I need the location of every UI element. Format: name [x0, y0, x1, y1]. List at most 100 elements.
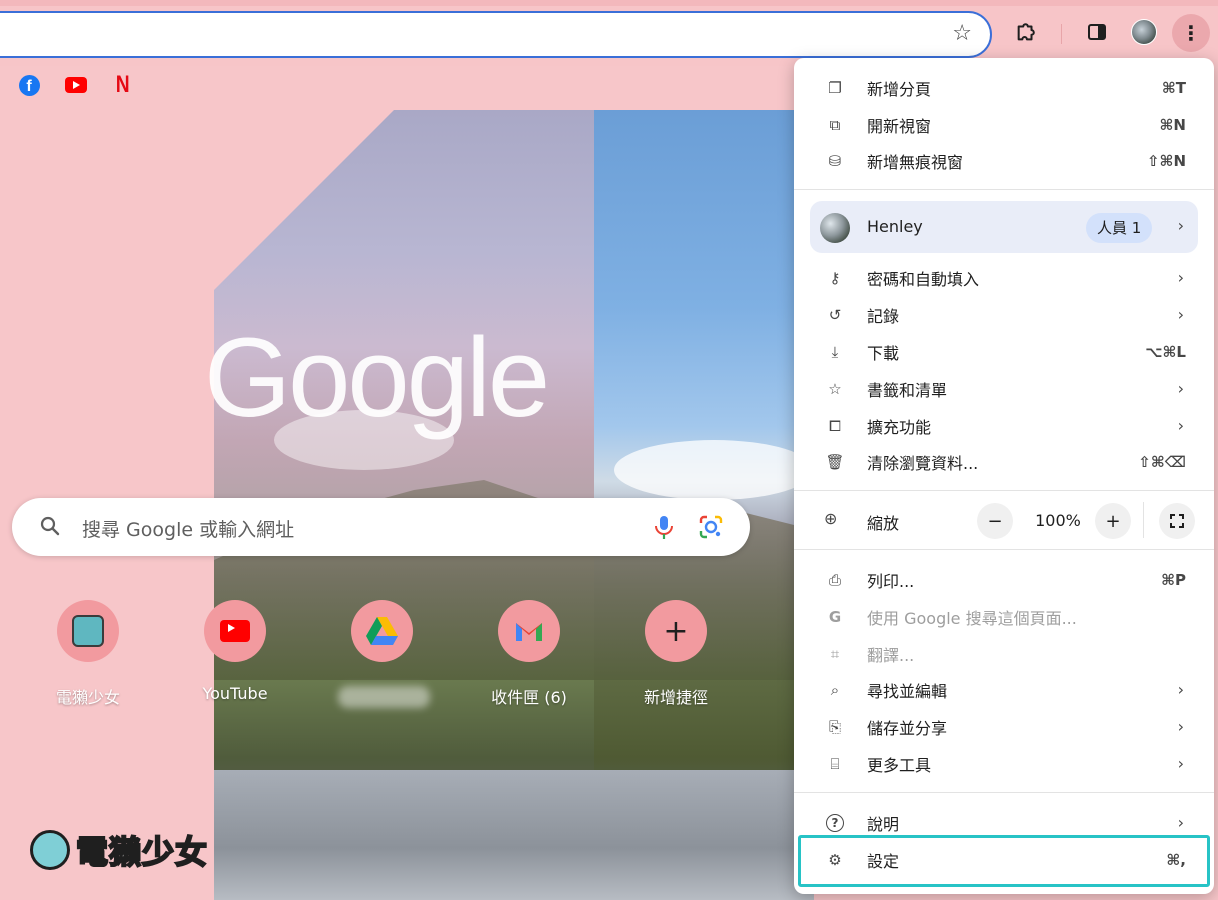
shortcut-label: 收件匣 (6) [491, 688, 567, 707]
avatar [1131, 19, 1157, 45]
chevron-right-icon: › [1177, 216, 1184, 235]
menu-divider [794, 792, 1214, 793]
menu-item-label: 密碼和自動填入 [867, 269, 980, 289]
plus-icon: + [645, 600, 707, 662]
star-icon[interactable]: ☆ [952, 22, 972, 46]
menu-item-label: 列印... [867, 571, 915, 591]
menu-item-shortcut: ⌘T [1161, 78, 1186, 97]
menu-item-label: 使用 Google 搜尋這個頁面... [867, 608, 1077, 628]
menu-item-label: 清除瀏覽資料... [867, 453, 979, 473]
menu-item-label: 尋找並編輯 [867, 681, 948, 701]
bookmark-star-icon: ☆ [828, 379, 842, 398]
save-share-icon: ⎘ [828, 717, 841, 736]
menu-item-label: 書籤和清單 [867, 380, 948, 400]
gmail-icon [498, 600, 560, 662]
youtube-icon [65, 77, 87, 93]
menu-divider [794, 490, 1214, 491]
browser-toolbar: ☆ ⋮ [0, 0, 1218, 66]
chevron-right-icon: › [1177, 754, 1184, 773]
download-icon: ⤓ [831, 342, 839, 361]
tab-strip-edge [0, 0, 1218, 6]
menu-item-extensions[interactable]: ⧠ 擴充功能 › [794, 407, 1214, 444]
menu-item-label: 更多工具 [867, 755, 932, 775]
search-placeholder: 搜尋 Google 或輸入網址 [82, 519, 295, 541]
menu-item-passwords[interactable]: ⚷ 密碼和自動填入 › [794, 259, 1214, 296]
ntp-search-box[interactable]: 搜尋 Google 或輸入網址 [12, 498, 750, 556]
shortcut-label: YouTube [202, 684, 268, 703]
address-bar[interactable]: ☆ [0, 11, 992, 58]
watermark-logo-icon [30, 830, 70, 870]
settings-highlight-box [798, 835, 1210, 887]
microphone-icon[interactable] [652, 514, 676, 540]
zoom-label: 縮放 [867, 514, 900, 533]
shortcut-label: 電獺少女 [55, 688, 120, 707]
chevron-right-icon: › [1177, 268, 1184, 287]
menu-divider [794, 549, 1214, 550]
side-panel-icon[interactable] [1083, 18, 1111, 46]
zoom-level: 100% [1035, 511, 1081, 530]
menu-item-save-share[interactable]: ⎘ 儲存並分享 › [794, 708, 1214, 745]
fullscreen-icon[interactable] [1159, 503, 1195, 539]
google-g-icon: G [828, 607, 842, 626]
bookmarks-bar: f N [0, 66, 800, 108]
zoom-divider [1143, 502, 1144, 538]
new-tab-icon: ❐ [828, 78, 842, 97]
menu-item-shortcut: ⌘P [1161, 570, 1186, 589]
menu-item-more-tools[interactable]: ⌸ 更多工具 › [794, 745, 1214, 782]
puzzle-icon[interactable] [1012, 18, 1040, 46]
menu-item-clear-data[interactable]: 🗑 清除瀏覽資料... ⇧⌘⌫ [794, 443, 1214, 480]
search-icon [40, 516, 60, 536]
help-icon: ? [824, 812, 846, 834]
zoom-icon: ⊕ [824, 509, 838, 528]
menu-item-label: 新增分頁 [867, 79, 932, 99]
chevron-right-icon: › [1177, 379, 1184, 398]
chevron-right-icon: › [1177, 680, 1184, 699]
add-shortcut-tile[interactable]: + 新增捷徑 [616, 600, 736, 710]
bookmark-facebook[interactable]: f [18, 74, 40, 96]
menu-item-label: 開新視窗 [867, 116, 932, 136]
zoom-in-button[interactable]: + [1095, 503, 1131, 539]
shortcut-tile[interactable]: 收件匣 (6) [469, 600, 589, 710]
chevron-right-icon: › [1177, 813, 1184, 832]
shortcut-tile[interactable]: 電獺少女 [28, 600, 148, 710]
blurred-shortcut-label [338, 686, 430, 708]
menu-item-bookmarks[interactable]: ☆ 書籤和清單 › [794, 370, 1214, 407]
menu-item-print[interactable]: ⎙ 列印... ⌘P [794, 561, 1214, 598]
zoom-out-button[interactable]: − [977, 503, 1013, 539]
menu-item-label: 下載 [867, 343, 900, 363]
kebab-menu-icon[interactable]: ⋮ [1172, 14, 1210, 52]
bookmark-youtube[interactable] [65, 74, 87, 96]
menu-item-label: 翻譯... [867, 645, 915, 665]
watermark: 電獺少女 [30, 822, 208, 878]
menu-item-history[interactable]: ↺ 記錄 › [794, 296, 1214, 333]
extensions-icon: ⧠ [828, 416, 841, 435]
menu-item-find-edit[interactable]: ⌕ 尋找並編輯 › [794, 671, 1214, 708]
key-icon: ⚷ [829, 268, 841, 287]
shortcut-tile[interactable]: YouTube [175, 600, 295, 710]
cloud [614, 440, 814, 500]
menu-item-translate: ⌗ 翻譯... [794, 635, 1214, 672]
google-lens-icon[interactable] [698, 514, 724, 540]
profile-avatar-button[interactable] [1130, 18, 1158, 46]
find-icon: ⌕ [830, 680, 840, 699]
google-drive-icon [351, 600, 413, 662]
menu-item-new-incognito[interactable]: ⛁ 新增無痕視窗 ⇧⌘N [794, 142, 1214, 179]
menu-item-downloads[interactable]: ⤓ 下載 ⌥⌘L [794, 333, 1214, 370]
chevron-right-icon: › [1177, 416, 1184, 435]
menu-item-shortcut: ⌥⌘L [1145, 342, 1186, 361]
menu-profile-row[interactable]: Henley 人員 1 › [810, 201, 1198, 253]
new-window-icon: ⧉ [829, 115, 841, 134]
menu-item-new-window[interactable]: ⧉ 開新視窗 ⌘N [794, 106, 1214, 143]
menu-item-shortcut: ⇧⌘⌫ [1138, 452, 1186, 471]
profile-badge: 人員 1 [1086, 213, 1153, 243]
lake-reflection [214, 770, 814, 900]
bookmark-netflix[interactable]: N [112, 71, 134, 98]
history-icon: ↺ [828, 305, 842, 324]
profile-name: Henley [867, 217, 923, 236]
shortcut-tile[interactable] [322, 600, 442, 710]
menu-item-label: 說明 [867, 814, 900, 834]
menu-item-shortcut: ⌘N [1159, 115, 1186, 134]
toolbar-divider [1061, 24, 1062, 44]
menu-item-label: 記錄 [867, 306, 900, 326]
menu-item-new-tab[interactable]: ❐ 新增分頁 ⌘T [794, 69, 1214, 106]
